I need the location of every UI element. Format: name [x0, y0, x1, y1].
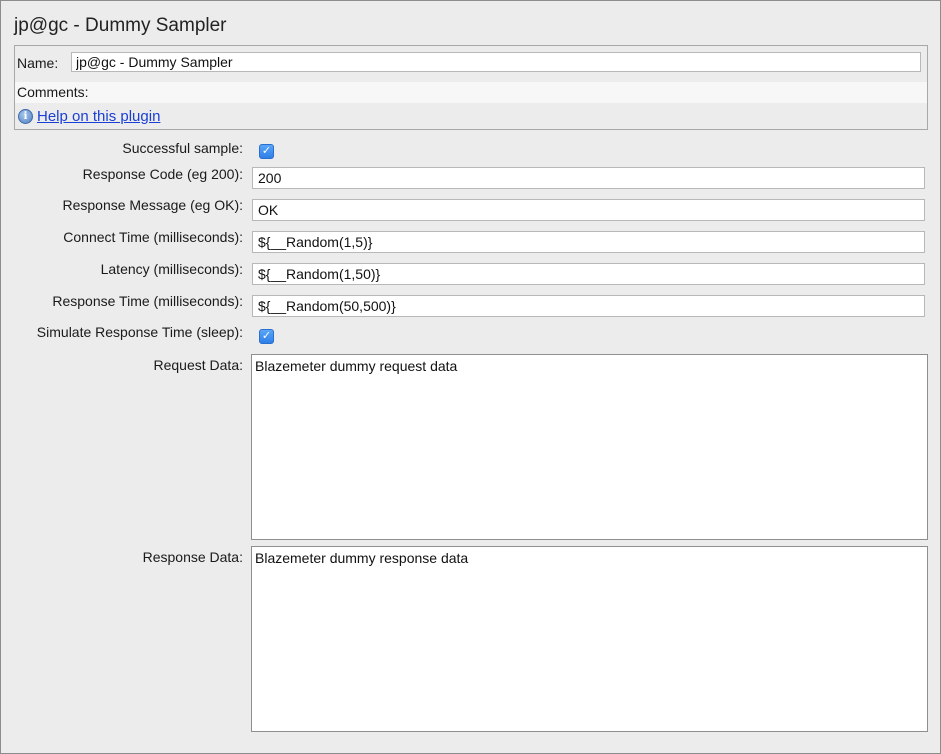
connect-time-label: Connect Time (milliseconds): [63, 229, 243, 245]
simulate-sleep-checkbox[interactable]: ✓ [259, 329, 274, 344]
comments-row[interactable]: Comments: [15, 82, 927, 103]
response-data-label: Response Data: [142, 549, 243, 565]
response-time-input[interactable] [252, 295, 925, 317]
help-link[interactable]: Help on this plugin [37, 108, 160, 125]
latency-label: Latency (milliseconds): [100, 261, 243, 277]
name-label: Name: [17, 55, 59, 71]
response-message-label: Response Message (eg OK): [62, 197, 243, 213]
response-time-label: Response Time (milliseconds): [52, 293, 243, 309]
response-code-input[interactable] [252, 167, 925, 189]
successful-sample-label: Successful sample: [122, 140, 243, 156]
connect-time-input[interactable] [252, 231, 925, 253]
name-comments-panel: Name: Comments: i Help on this plugin [14, 45, 928, 130]
name-input[interactable] [71, 52, 921, 72]
request-data-textarea[interactable]: Blazemeter dummy request data [251, 354, 928, 540]
latency-input[interactable] [252, 263, 925, 285]
successful-sample-checkbox[interactable]: ✓ [259, 144, 274, 159]
response-data-textarea[interactable]: Blazemeter dummy response data [251, 546, 928, 732]
request-data-label: Request Data: [153, 357, 244, 373]
sampler-panel: jp@gc - Dummy Sampler Name: Comments: i … [0, 0, 941, 754]
info-icon: i [18, 109, 33, 124]
simulate-sleep-label: Simulate Response Time (sleep): [36, 324, 243, 340]
response-code-label: Response Code (eg 200): [82, 166, 243, 182]
comments-label: Comments: [17, 84, 89, 100]
panel-title: jp@gc - Dummy Sampler [14, 15, 227, 36]
help-row: i Help on this plugin [18, 108, 160, 125]
response-message-input[interactable] [252, 199, 925, 221]
